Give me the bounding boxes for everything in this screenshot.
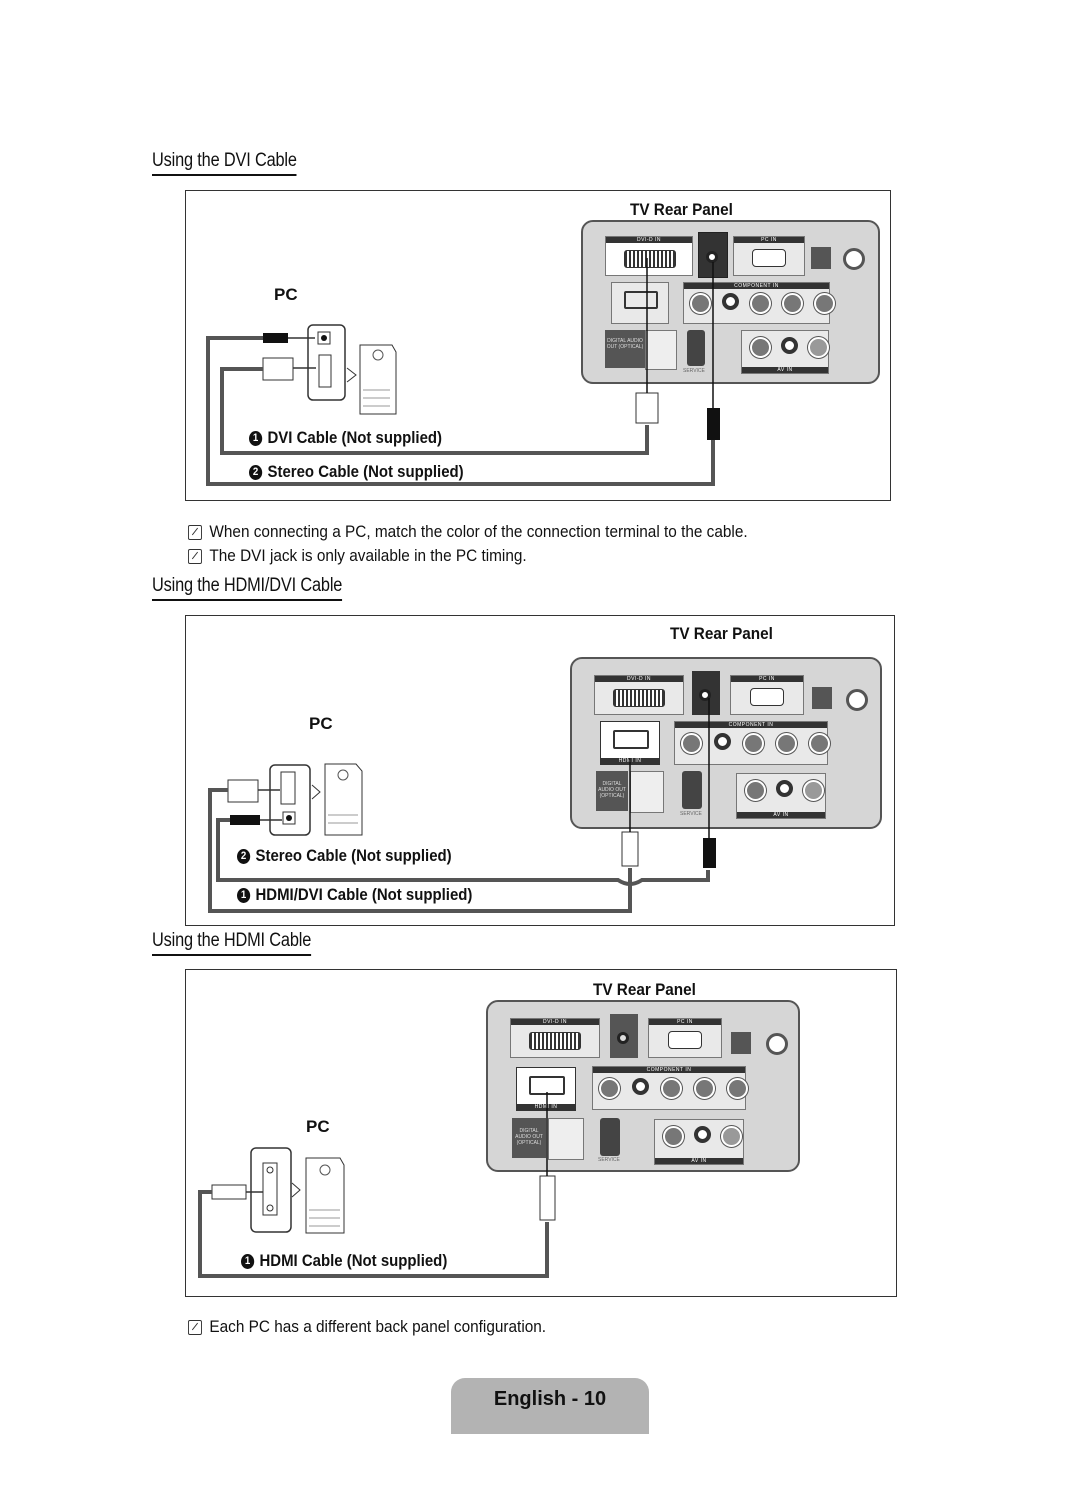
hdmi-plug-tv-3 — [539, 1092, 556, 1221]
cable-diagram-hdmi — [198, 1092, 556, 1278]
cable-label-hdmi: 1 HDMI Cable (Not supplied) — [241, 1251, 447, 1271]
pc-back-panel-3 — [250, 1147, 292, 1233]
cable-label-text: HDMI Cable (Not supplied) — [259, 1251, 448, 1270]
pc-tower-icon — [305, 1157, 345, 1234]
cable-number-badge: 1 — [241, 1253, 255, 1269]
note-back-panel: Each PC has a different back panel confi… — [188, 1318, 546, 1337]
page-number-label: English - 10 — [493, 1388, 607, 1410]
note-text: Each PC has a different back panel confi… — [209, 1318, 547, 1336]
note-pencil-icon — [188, 1320, 202, 1335]
page-number-tab: English - 10 — [451, 1378, 649, 1434]
